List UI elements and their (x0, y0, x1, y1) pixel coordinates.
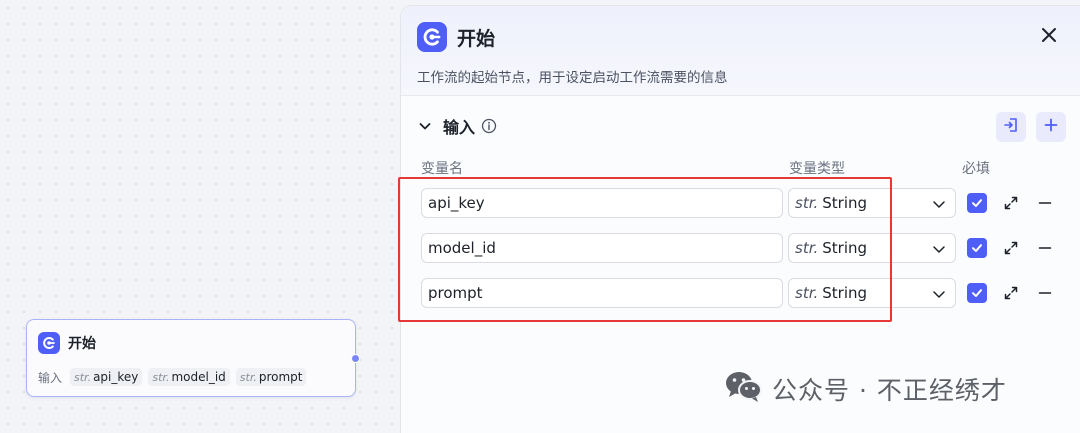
variable-type-select[interactable]: str. String (788, 233, 956, 263)
checkbox-checked-icon[interactable] (967, 238, 987, 258)
caret-down-icon (931, 196, 947, 212)
node-config-panel: 开始 工作流的起始节点，用于设定启动工作流需要的信息 输入 变量名 变量类型 必… (400, 5, 1080, 433)
node-header: 开始 (38, 332, 96, 354)
caret-down-icon (931, 286, 947, 302)
variable-name-input[interactable] (421, 278, 783, 308)
type-value: String (822, 194, 868, 212)
expand-icon[interactable] (1003, 195, 1019, 211)
type-prefix: str. (795, 239, 819, 257)
type-tag: str. (74, 370, 92, 384)
column-header-type: 变量类型 (789, 161, 845, 177)
close-icon[interactable] (1038, 24, 1060, 46)
variable-chip: str. prompt (235, 368, 307, 386)
type-prefix: str. (795, 194, 819, 212)
coze-logo-icon (38, 332, 60, 354)
variable-name: prompt (258, 370, 303, 384)
variable-type-select[interactable]: str. String (788, 188, 956, 218)
variable-row: str. String (421, 188, 1071, 220)
expand-icon[interactable] (1003, 240, 1019, 256)
output-handle[interactable] (351, 354, 360, 363)
node-variables: 输入 str. api_key str. model_id str. prompt (38, 368, 312, 386)
minus-icon[interactable] (1037, 240, 1053, 256)
variable-chip: str. api_key (70, 368, 143, 386)
type-value: String (822, 239, 868, 257)
checkbox-checked-icon[interactable] (967, 283, 987, 303)
panel-description: 工作流的起始节点，用于设定启动工作流需要的信息 (417, 70, 728, 86)
import-icon (1002, 116, 1020, 138)
variable-name-input[interactable] (421, 188, 783, 218)
add-variable-button[interactable] (1036, 112, 1066, 142)
plus-icon (1043, 117, 1059, 137)
variable-row: str. String (421, 233, 1071, 265)
variable-row: str. String (421, 278, 1071, 310)
variable-type-select[interactable]: str. String (788, 278, 956, 308)
coze-logo-icon (417, 22, 447, 52)
import-button[interactable] (996, 112, 1026, 142)
node-input-label: 输入 (38, 370, 63, 385)
type-tag: str. (152, 370, 170, 384)
column-header-name: 变量名 (421, 161, 463, 177)
type-prefix: str. (795, 284, 819, 302)
panel-header: 开始 工作流的起始节点，用于设定启动工作流需要的信息 (401, 6, 1080, 96)
column-header-required: 必填 (962, 161, 990, 177)
watermark: 公众号 · 不正经绣才 (724, 370, 1007, 408)
section-title: 输入 (443, 118, 476, 137)
checkbox-checked-icon[interactable] (967, 193, 987, 213)
type-tag: str. (239, 370, 257, 384)
type-value: String (822, 284, 868, 302)
input-section-header[interactable]: 输入 (417, 114, 497, 138)
panel-title: 开始 (457, 28, 496, 50)
minus-icon[interactable] (1037, 195, 1053, 211)
wechat-icon (724, 370, 764, 408)
start-node[interactable]: 开始 输入 str. api_key str. model_id str. promp… (26, 319, 360, 397)
variable-name: api_key (93, 370, 139, 384)
info-icon[interactable] (481, 118, 497, 134)
variable-chip: str. model_id (148, 368, 230, 386)
minus-icon[interactable] (1037, 285, 1053, 301)
chevron-down-icon[interactable] (417, 118, 433, 134)
watermark-text: 公众号 · 不正经绣才 (772, 376, 1007, 405)
variable-name: model_id (171, 370, 226, 384)
expand-icon[interactable] (1003, 285, 1019, 301)
caret-down-icon (931, 241, 947, 257)
variable-name-input[interactable] (421, 233, 783, 263)
node-title: 开始 (68, 336, 96, 352)
